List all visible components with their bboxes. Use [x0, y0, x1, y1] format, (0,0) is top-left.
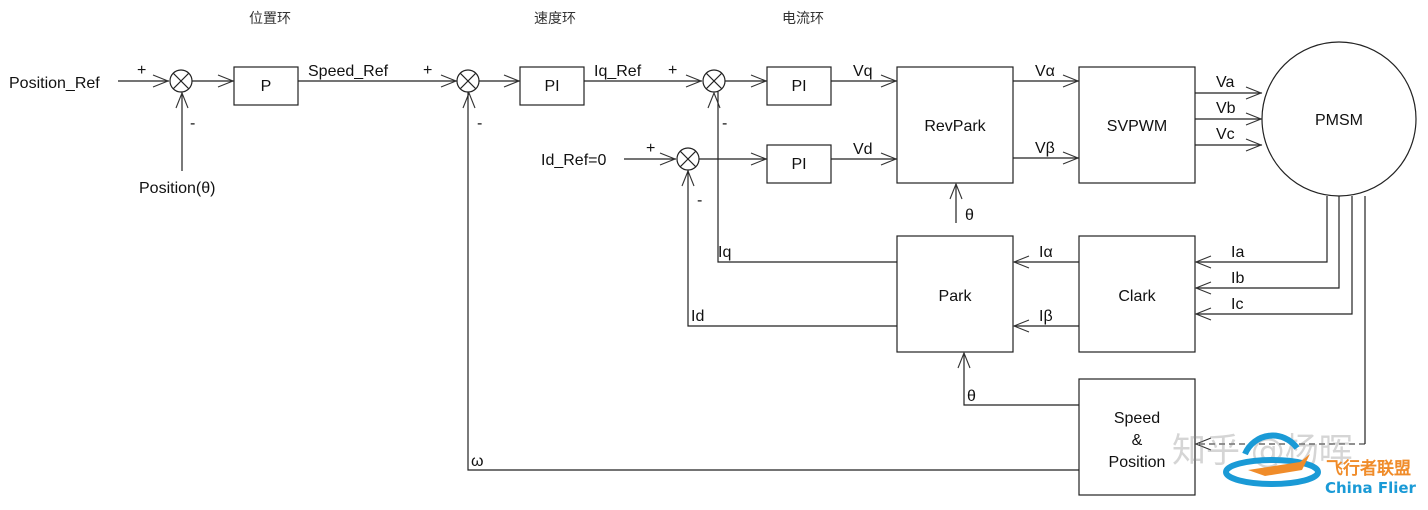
sign-plus: + — [646, 140, 655, 157]
label-vd: Vd — [853, 141, 873, 158]
label-v-alpha: Vα — [1035, 63, 1055, 80]
sign-plus: + — [423, 62, 432, 79]
sum-junction-position — [169, 69, 193, 93]
logo-brand-en: China Flier — [1325, 479, 1417, 497]
sum-junction-speed — [456, 69, 480, 93]
label-ia: Ia — [1231, 244, 1244, 261]
block-svpwm-label: SVPWM — [1107, 118, 1167, 135]
sum-junction-iq — [702, 69, 726, 93]
label-iq: Iq — [718, 244, 731, 261]
label-v-beta: Vβ — [1035, 140, 1055, 157]
block-p-label: P — [261, 78, 272, 95]
sum-junction-id — [676, 147, 700, 171]
label-position-ref: Position_Ref — [9, 75, 100, 92]
label-theta-park: θ — [967, 388, 976, 405]
sign-plus: + — [137, 62, 146, 79]
sign-minus: - — [477, 115, 482, 132]
label-id: Id — [691, 308, 704, 325]
label-ib: Ib — [1231, 270, 1244, 287]
label-vq: Vq — [853, 63, 873, 80]
label-vb: Vb — [1216, 100, 1236, 117]
block-speed-position-line2: & — [1132, 432, 1143, 449]
label-theta-revpark: θ — [965, 207, 974, 224]
wire-ia — [1196, 196, 1328, 263]
wire-theta-park — [963, 353, 1079, 406]
logo-brand-cn: 飞行者联盟 — [1326, 458, 1411, 479]
wire-ib — [1196, 196, 1340, 289]
label-va: Va — [1216, 74, 1234, 91]
block-pi-q-label: PI — [791, 78, 806, 95]
label-i-alpha: Iα — [1039, 244, 1053, 261]
label-vc: Vc — [1216, 126, 1235, 143]
label-id-ref: Id_Ref=0 — [541, 152, 606, 169]
heading-current-loop: 电流环 — [782, 11, 824, 27]
block-pmsm-label: PMSM — [1315, 112, 1363, 129]
heading-speed-loop: 速度环 — [534, 11, 576, 27]
label-speed-ref: Speed_Ref — [308, 63, 389, 80]
sign-minus: - — [697, 192, 702, 209]
label-position-theta: Position(θ) — [139, 180, 215, 197]
wire-ic — [1196, 196, 1353, 315]
arrow-icon — [462, 91, 476, 109]
sign-minus: - — [190, 115, 195, 132]
foc-control-diagram: 位置环 速度环 电流环 Position_Ref + - Position(θ)… — [9, 11, 1417, 497]
label-ic: Ic — [1231, 296, 1243, 313]
block-park-label: Park — [939, 288, 973, 305]
label-i-beta: Iβ — [1039, 308, 1053, 325]
block-pi-speed-label: PI — [544, 78, 559, 95]
block-revpark-label: RevPark — [924, 118, 986, 135]
block-pi-d-label: PI — [791, 156, 806, 173]
label-iq-ref: Iq_Ref — [594, 63, 642, 80]
label-omega: ω — [471, 453, 484, 470]
block-clark-label: Clark — [1118, 288, 1156, 305]
block-speed-position-line3: Position — [1109, 454, 1166, 471]
heading-position-loop: 位置环 — [249, 11, 291, 27]
block-speed-position-line1: Speed — [1114, 410, 1160, 427]
sign-minus: - — [722, 115, 727, 132]
sign-plus: + — [668, 62, 677, 79]
